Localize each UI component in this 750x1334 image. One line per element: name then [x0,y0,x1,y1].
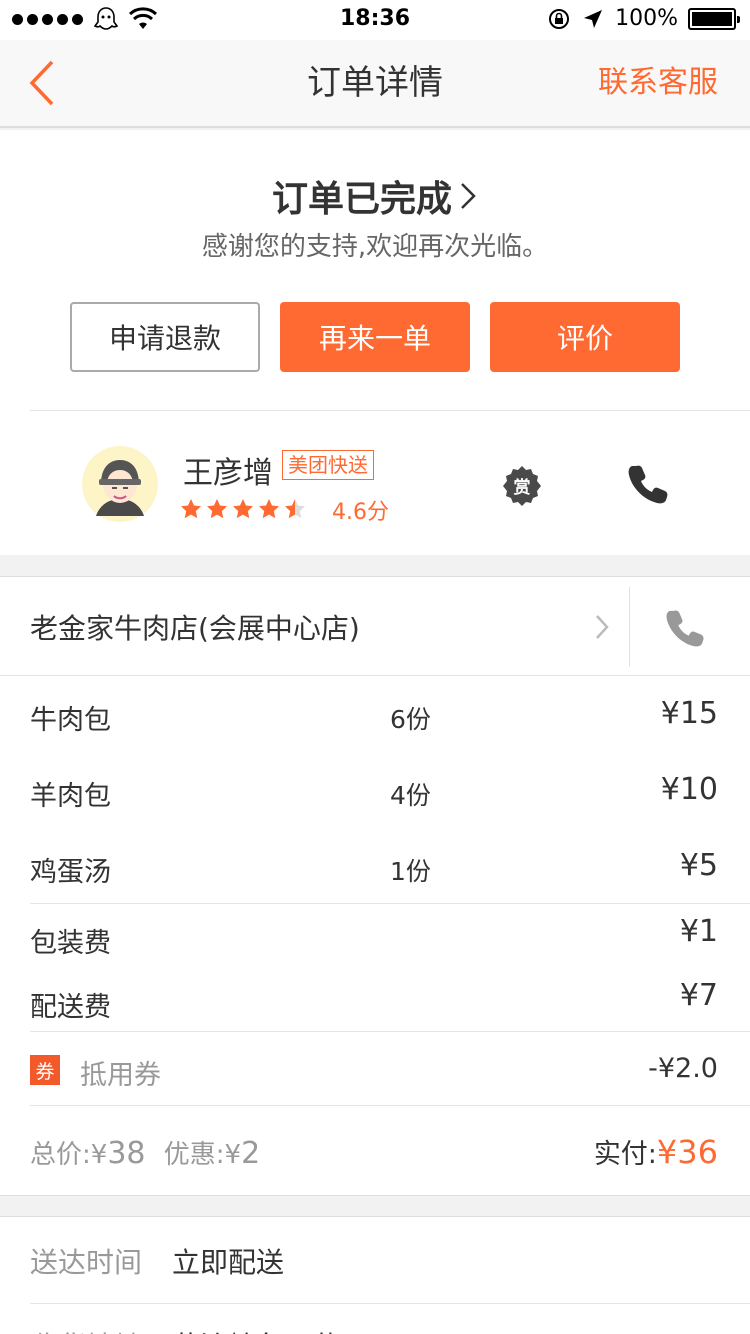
contact-service-button[interactable]: 联系客服 [598,40,718,126]
courier-name: 王彦增 [183,456,273,491]
list-item-price: ¥15 [660,696,718,731]
star-icon [233,499,253,519]
refund-button[interactable]: 申请退款 [70,302,260,372]
battery-percent: 100% [615,6,678,31]
phone-icon[interactable] [626,462,670,506]
star-icon [181,499,201,519]
list-item-qty: 1份 [390,857,431,886]
chevron-right-icon [461,183,476,209]
list-item-price: ¥5 [679,848,718,883]
fee-name: 包装费 [30,928,111,959]
divider [629,587,630,667]
delivery-time-label: 送达时间 [30,1246,143,1279]
coupon-icon: 券 [30,1055,60,1085]
avatar [82,446,158,522]
rating-stars [180,498,306,520]
chevron-right-icon[interactable] [594,613,610,641]
list-item-price: ¥10 [660,772,718,807]
discount-value: 2 [241,1136,261,1171]
order-status-text: 订单已完成 [271,179,452,220]
list-item-name: 牛肉包 [30,705,111,736]
star-icon [207,499,227,519]
list-item-name: 羊肉包 [30,781,111,812]
status-bar: 18:36 100% [0,0,750,40]
location-arrow-icon [584,9,603,28]
delivery-address-label: 收货地址 [30,1325,142,1334]
divider [30,410,750,411]
order-status-title[interactable]: 订单已完成 [0,170,750,222]
total-label: 总价: [30,1140,91,1170]
price-summary: 总价:¥38 优惠:¥2 [30,1134,260,1171]
paid-label: 实付: [593,1139,657,1170]
total-value: 38 [107,1136,146,1171]
coupon-amount: -¥2.0 [648,1053,718,1084]
fee-price: ¥1 [679,914,718,949]
divider [30,1105,750,1106]
delivery-time-value: 立即配送 [172,1246,285,1279]
fee-price: ¥7 [679,978,718,1013]
reorder-button[interactable]: 再来一单 [280,302,470,372]
fee-name: 配送费 [30,992,111,1023]
paid-value: ¥36 [656,1133,718,1171]
star-icon [285,499,305,519]
shop-order-card: 老金家牛肉店(会展中心店) 牛肉包 6份 ¥15 羊肉包 4份 ¥10 鸡蛋汤 … [0,576,750,1196]
divider [30,903,750,904]
total-currency: ¥ [90,1140,108,1170]
list-item-qty: 6份 [390,705,431,734]
courier-tag: 美团快送 [282,450,374,480]
discount-label: 优惠: [163,1140,225,1170]
list-item-name: 鸡蛋汤 [30,857,111,888]
delivery-address-value: 黄沙岭角二巷 [172,1325,340,1334]
status-bar-right: 100% [547,6,740,31]
courier-rating: 4.6分 [332,500,389,525]
order-status-subtitle: 感谢您的支持,欢迎再次光临。 [201,232,549,262]
star-icon [259,499,279,519]
discount-currency: ¥ [224,1140,242,1170]
list-item-qty: 4份 [390,781,431,810]
divider [30,1031,750,1032]
svg-text:赏: 赏 [514,477,531,498]
paid-summary: 实付:¥36 [594,1132,718,1171]
divider [30,1303,750,1304]
rotation-lock-icon [549,8,570,29]
review-button[interactable]: 评价 [490,302,680,372]
battery-icon [688,7,740,30]
reward-icon[interactable]: 赏 [500,464,544,508]
shop-phone-icon[interactable] [664,607,706,649]
coupon-label: 抵用券 [80,1060,161,1091]
divider [0,675,750,676]
order-status-card: 订单已完成 感谢您的支持,欢迎再次光临。 申请退款 再来一单 评价 王彦增 美团… [0,130,750,555]
nav-bar: 订单详情 联系客服 [0,40,750,128]
delivery-card: 送达时间 立即配送 收货地址 黄沙岭角二巷 [0,1216,750,1334]
shop-name[interactable]: 老金家牛肉店(会展中心店) [30,607,360,647]
